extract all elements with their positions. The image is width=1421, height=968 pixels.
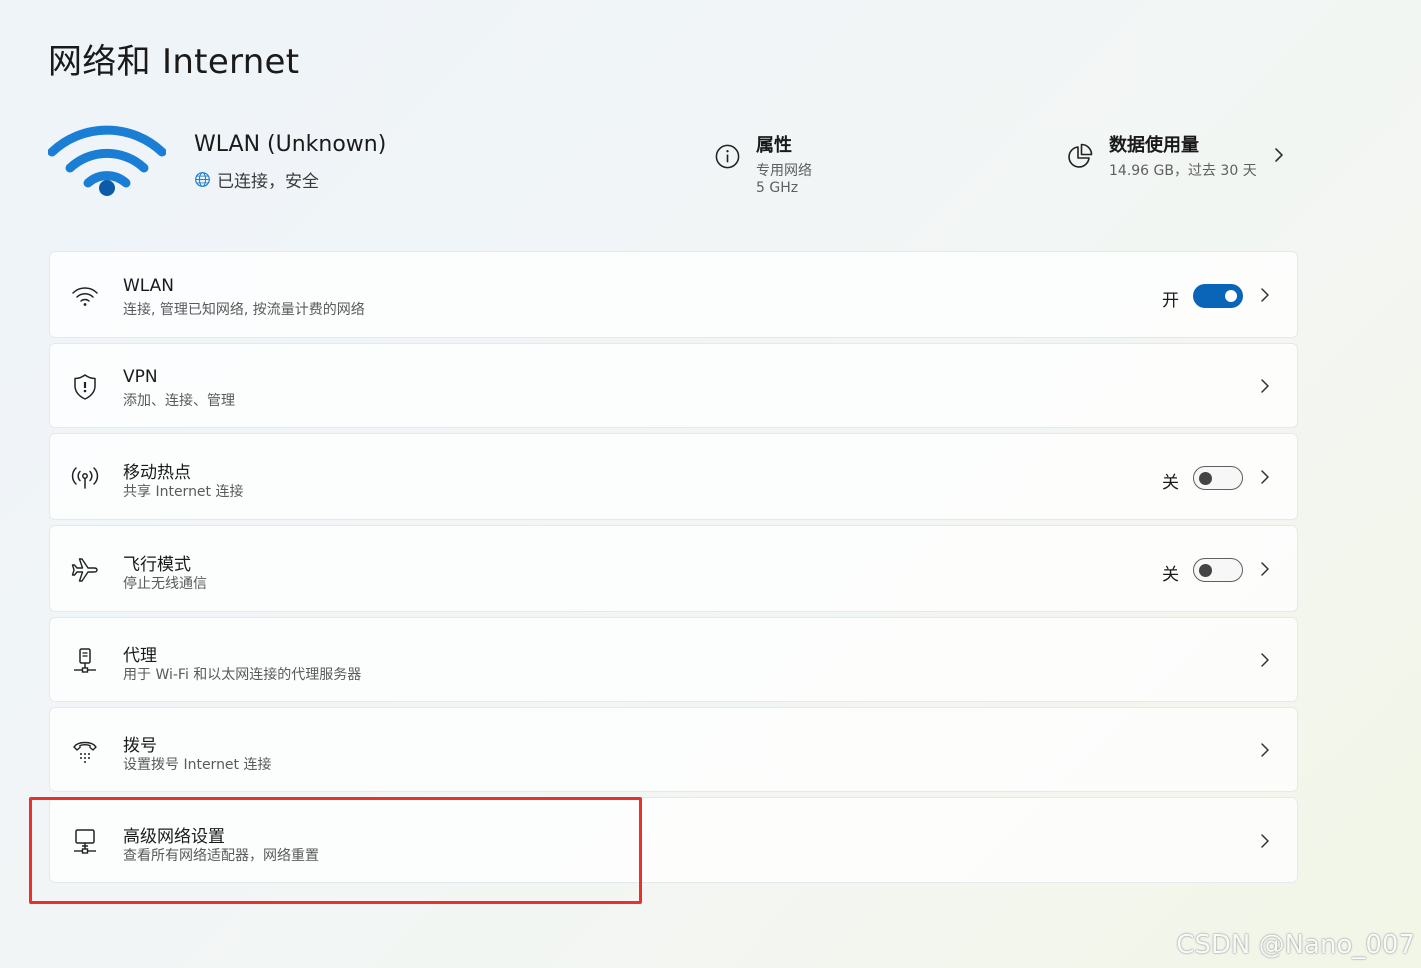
chevron-right-icon [1261,288,1269,302]
properties-title: 属性 [756,135,792,156]
settings-item-title: WLAN [123,276,175,296]
dialup-icon [73,741,97,763]
chevron-right-icon [1261,470,1269,484]
chevron-right-icon [1275,148,1283,162]
network-status: 已连接，安全 [194,167,319,192]
settings-item-proxy[interactable]: 代理 用于 Wi-Fi 和以太网连接的代理服务器 [49,617,1298,702]
settings-item-subtitle: 用于 Wi-Fi 和以太网连接的代理服务器 [123,667,362,683]
wifi-hero-icon [48,125,166,196]
chevron-right-icon [1261,743,1269,757]
settings-item-subtitle: 添加、连接、管理 [123,393,235,409]
properties-network-type: 专用网络 [756,163,812,179]
settings-item-title: 移动热点 [123,463,191,483]
page-title: 网络和 Internet [48,42,300,82]
settings-item-airplane-mode[interactable]: 飞行模式 停止无线通信 关 [49,525,1298,612]
chevron-right-icon [1261,379,1269,393]
mobile-hotspot-toggle[interactable] [1193,466,1243,490]
settings-item-title: 代理 [123,646,157,666]
settings-item-title: VPN [123,367,158,387]
network-name: WLAN (Unknown) [194,132,387,157]
chevron-right-icon [1261,834,1269,848]
chevron-right-icon [1261,653,1269,667]
toggle-state-label: 关 [1162,473,1179,493]
settings-item-title: 高级网络设置 [123,827,225,847]
airplane-mode-toggle[interactable] [1193,558,1243,582]
settings-item-advanced-network[interactable]: 高级网络设置 查看所有网络适配器，网络重置 [49,797,1298,883]
hotspot-icon [71,467,99,489]
properties-band: 5 GHz [756,180,799,196]
settings-item-subtitle: 共享 Internet 连接 [123,484,244,500]
watermark: CSDN @Nano_007 [1176,930,1415,960]
shield-icon [74,374,96,400]
chevron-right-icon [1261,562,1269,576]
settings-item-title: 飞行模式 [123,555,191,575]
wifi-icon [72,287,98,306]
data-usage-detail: 14.96 GB，过去 30 天 [1109,163,1257,179]
settings-item-subtitle: 查看所有网络适配器，网络重置 [123,848,319,864]
settings-item-wlan[interactable]: WLAN 连接, 管理已知网络, 按流量计费的网络 开 [49,251,1298,338]
settings-item-subtitle: 停止无线通信 [123,576,207,592]
proxy-icon [74,648,96,673]
toggle-state-label: 关 [1162,565,1179,585]
settings-list: WLAN 连接, 管理已知网络, 按流量计费的网络 开 VPN 添加、连接、管理 [49,251,1298,888]
settings-item-mobile-hotspot[interactable]: 移动热点 共享 Internet 连接 关 [49,433,1298,520]
advanced-network-icon [74,829,96,854]
globe-icon [195,172,210,187]
wlan-toggle[interactable] [1193,284,1243,308]
pie-chart-icon [1068,143,1093,168]
settings-item-title: 拨号 [123,736,157,756]
settings-item-dial-up[interactable]: 拨号 设置拨号 Internet 连接 [49,707,1298,792]
airplane-icon [71,558,98,582]
settings-item-subtitle: 连接, 管理已知网络, 按流量计费的网络 [123,302,365,318]
network-status-text: 已连接，安全 [217,172,319,192]
data-usage-link[interactable]: 数据使用量 14.96 GB，过去 30 天 [1066,130,1296,190]
properties-link[interactable]: 属性 专用网络 5 GHz [714,130,914,200]
data-usage-title: 数据使用量 [1109,135,1199,156]
settings-item-vpn[interactable]: VPN 添加、连接、管理 [49,343,1298,428]
info-icon [715,144,740,169]
toggle-state-label: 开 [1162,291,1179,311]
settings-item-subtitle: 设置拨号 Internet 连接 [123,757,272,773]
